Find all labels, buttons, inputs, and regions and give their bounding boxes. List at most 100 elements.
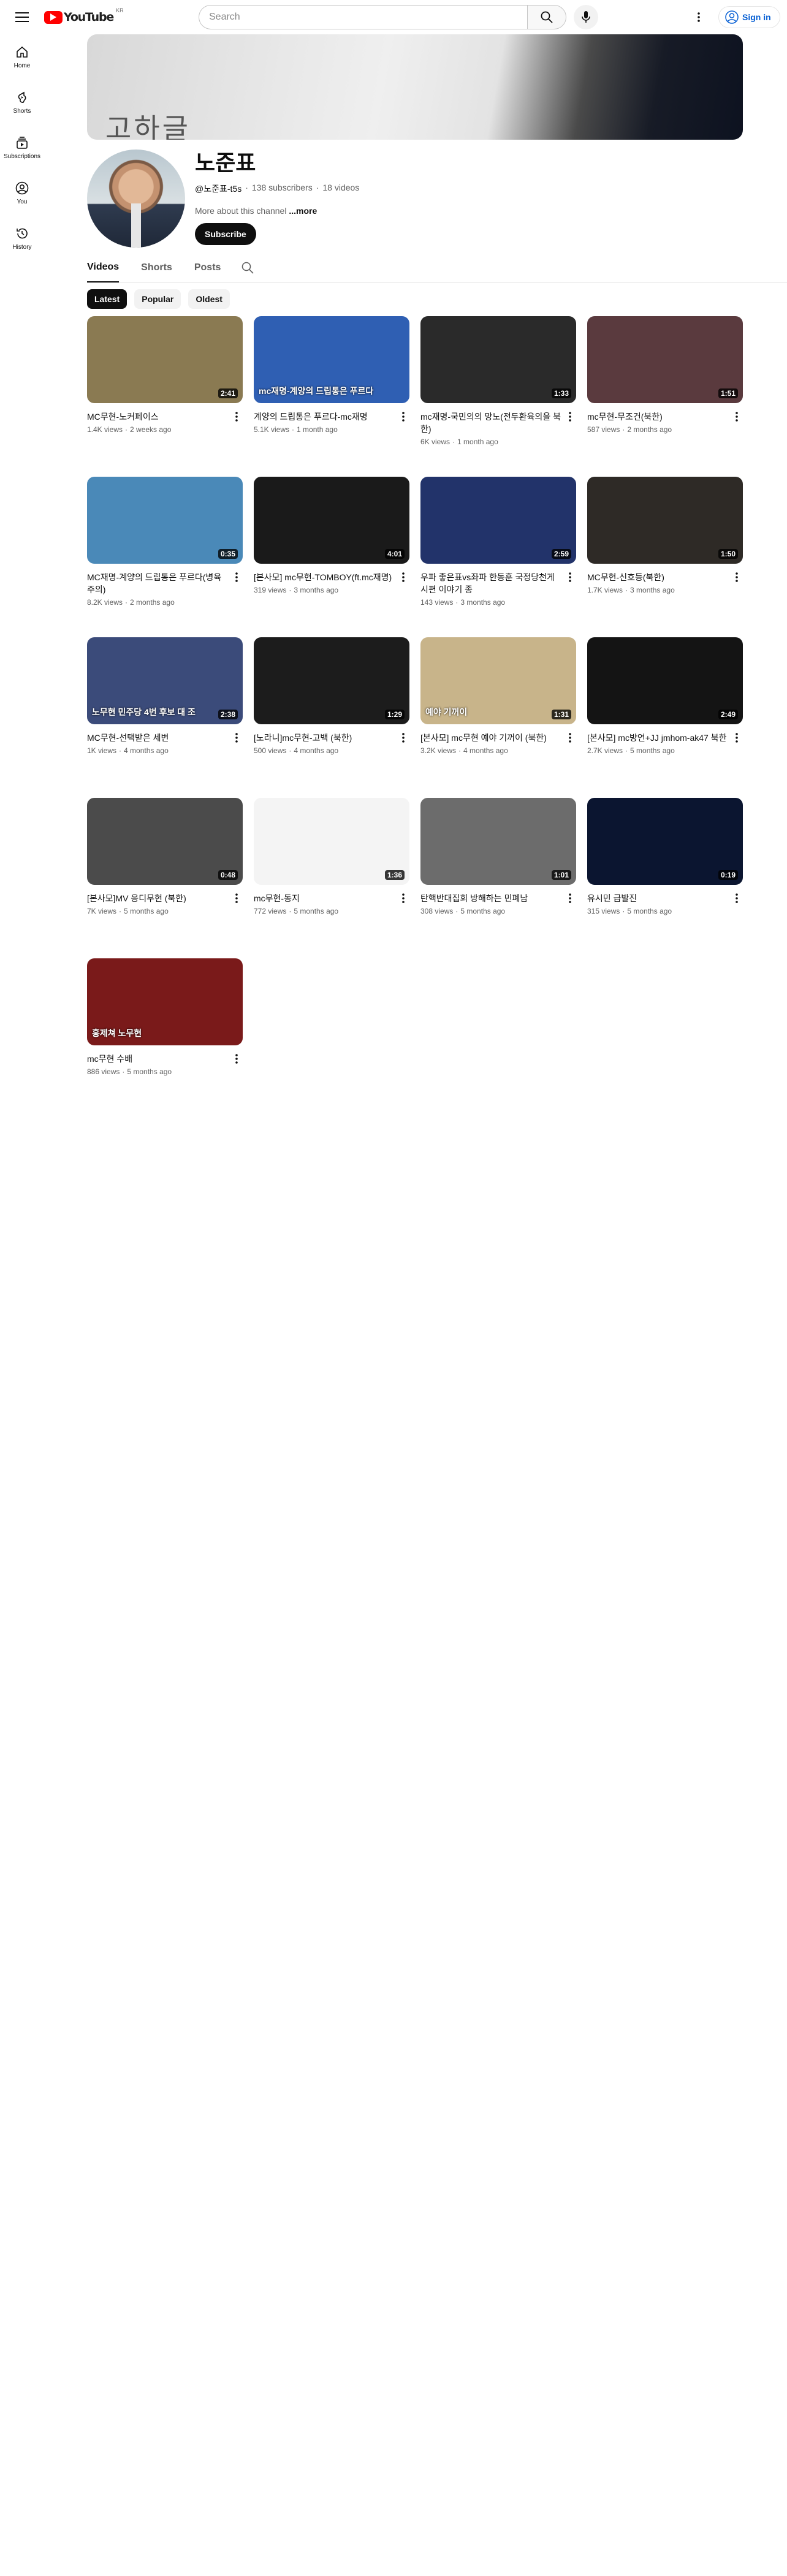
video-action-menu-button[interactable] <box>564 569 576 586</box>
video-card[interactable]: 1:50 MC무현-신호등(북한) 1.7K views · 3 months ago <box>587 477 743 594</box>
settings-more-button[interactable] <box>686 5 711 29</box>
video-thumbnail[interactable]: 노무현 민주당 4번 후보 대 조 2:38 <box>87 637 243 724</box>
upload-age: 4 months ago <box>124 746 169 755</box>
video-card[interactable]: mc재명-계양의 드립통은 푸르다 계양의 드립통은 푸르다-mc재명 5.1K v… <box>254 316 409 434</box>
meta-separator: · <box>622 425 625 434</box>
guide-item-subscriptions[interactable]: Subscriptions <box>2 125 42 170</box>
search-input[interactable]: Search <box>199 5 527 29</box>
video-thumbnail[interactable]: mc재명-계양의 드립통은 푸르다 <box>254 316 409 403</box>
guide-menu-button[interactable] <box>10 5 34 29</box>
video-action-menu-button[interactable] <box>230 569 243 586</box>
video-action-menu-button[interactable] <box>564 408 576 425</box>
chip-popular[interactable]: Popular <box>134 289 181 309</box>
video-card[interactable]: 0:35 MC재명-계양의 드립통은 푸르다(병육주의) 8.2K views · 2 … <box>87 477 243 607</box>
guide-item-home[interactable]: Home <box>2 34 42 80</box>
video-card[interactable]: 0:19 유시민 급발진 315 views · 5 months ago <box>587 798 743 915</box>
upload-age: 2 months ago <box>627 425 672 434</box>
video-thumbnail[interactable]: 1:51 <box>587 316 743 403</box>
video-card[interactable]: 1:29 [노라니]mc무현-고백 (북한) 500 views · 4 months … <box>254 637 409 755</box>
video-card[interactable]: 1:01 탄핵반대집회 방해하는 민폐남 308 views · 5 months ag… <box>420 798 576 915</box>
video-action-menu-button[interactable] <box>397 408 409 425</box>
video-thumbnail[interactable]: 1:01 <box>420 798 576 885</box>
shorts-icon <box>18 91 26 103</box>
video-thumbnail[interactable]: 1:29 <box>254 637 409 724</box>
video-title[interactable]: MC무현-선택받은 세번 <box>87 732 228 744</box>
video-thumbnail[interactable]: 2:59 <box>420 477 576 564</box>
upload-age: 1 month ago <box>457 438 498 446</box>
video-thumbnail[interactable]: 2:49 <box>587 637 743 724</box>
video-action-menu-button[interactable] <box>731 729 743 746</box>
guide-item-history[interactable]: History <box>2 216 42 261</box>
video-card[interactable]: 2:59 우파 좋은표vs좌파 한동훈 국정당천게 시편 이야기 종 143 vie… <box>420 477 576 607</box>
view-count: 886 views <box>87 1067 120 1076</box>
video-thumbnail[interactable]: 홍제쳐 노무현 <box>87 958 243 1045</box>
video-thumbnail[interactable]: 1:33 <box>420 316 576 403</box>
chip-oldest[interactable]: Oldest <box>188 289 230 309</box>
video-action-menu-button[interactable] <box>397 890 409 907</box>
video-title[interactable]: MC무현-노커페이스 <box>87 411 228 423</box>
video-card[interactable]: 4:01 [본사모] mc무현-TOMBOY(ft.mc재명) 319 views ·… <box>254 477 409 594</box>
guide-item-you[interactable]: You <box>2 170 42 216</box>
video-card[interactable]: 노무현 민주당 4번 후보 대 조 2:38 MC무현-선택받은 세번 1K view… <box>87 637 243 755</box>
search-button[interactable] <box>527 5 566 29</box>
tab-videos[interactable]: Videos <box>87 253 120 282</box>
about-more-link[interactable]: ...more <box>289 206 317 216</box>
video-action-menu-button[interactable] <box>731 408 743 425</box>
video-card[interactable]: 예야 기꺼이 1:31 [본사모] mc무현 예야 기꺼이 (북한) 3.2K vie… <box>420 637 576 755</box>
sign-in-label: Sign in <box>742 12 771 22</box>
video-title[interactable]: [본사모] mc무현 예야 기꺼이 (북한) <box>420 732 561 744</box>
video-title[interactable]: MC무현-신호등(북한) <box>587 571 728 583</box>
video-action-menu-button[interactable] <box>230 890 243 907</box>
guide-item-shorts[interactable]: Shorts <box>2 80 42 125</box>
tab-shorts[interactable]: Shorts <box>134 253 180 282</box>
video-action-menu-button[interactable] <box>230 1050 243 1067</box>
more-vert-icon <box>235 1054 238 1064</box>
video-thumbnail[interactable]: 0:48 <box>87 798 243 885</box>
subscribe-button[interactable]: Subscribe <box>195 223 256 245</box>
sign-in-button[interactable]: Sign in <box>718 6 780 28</box>
channel-search-button[interactable] <box>235 253 260 282</box>
upload-age: 5 months ago <box>630 746 675 755</box>
video-title[interactable]: 유시민 급발진 <box>587 892 728 904</box>
video-thumbnail[interactable]: 0:35 <box>87 477 243 564</box>
video-action-menu-button[interactable] <box>564 890 576 907</box>
video-title[interactable]: MC재명-계양의 드립통은 푸르다(병육주의) <box>87 571 228 596</box>
video-title[interactable]: [본사모] mc무현-TOMBOY(ft.mc재명) <box>254 571 395 583</box>
video-title[interactable]: [노라니]mc무현-고백 (북한) <box>254 732 395 744</box>
video-card[interactable]: 홍제쳐 노무현 mc무현 수배 886 views · 5 months ago <box>87 958 243 1076</box>
video-card[interactable]: 2:41 MC무현-노커페이스 1.4K views · 2 weeks ago <box>87 316 243 434</box>
video-action-menu-button[interactable] <box>397 569 409 586</box>
video-thumbnail[interactable]: 1:36 <box>254 798 409 885</box>
video-title[interactable]: mc무현 수배 <box>87 1053 228 1065</box>
video-title[interactable]: 계양의 드립통은 푸르다-mc재명 <box>254 411 395 423</box>
video-action-menu-button[interactable] <box>397 729 409 746</box>
tab-posts[interactable]: Posts <box>187 253 229 282</box>
video-card[interactable]: 1:36 mc무현-동지 772 views · 5 months ago <box>254 798 409 915</box>
video-action-menu-button[interactable] <box>731 890 743 907</box>
video-thumbnail[interactable]: 2:41 <box>87 316 243 403</box>
video-card[interactable]: 1:51 mc무현-무조건(북한) 587 views · 2 months ago <box>587 316 743 434</box>
video-title[interactable]: 우파 좋은표vs좌파 한동훈 국정당천게 시편 이야기 종 <box>420 571 561 596</box>
video-title[interactable]: 탄핵반대집회 방해하는 민폐남 <box>420 892 561 904</box>
video-thumbnail[interactable]: 1:50 <box>587 477 743 564</box>
video-title[interactable]: [본사모] mc방언+JJ jmhom-ak47 북한 <box>587 732 728 744</box>
video-thumbnail[interactable]: 예야 기꺼이 1:31 <box>420 637 576 724</box>
youtube-logo[interactable]: YouTube KR <box>44 7 124 25</box>
voice-search-button[interactable] <box>574 5 598 29</box>
video-thumbnail[interactable]: 0:19 <box>587 798 743 885</box>
video-card[interactable]: 1:33 mc재명-국민의의 망노(전두환육의을 북한) 6K views · 1 mo… <box>420 316 576 446</box>
video-title[interactable]: mc무현-무조건(북한) <box>587 411 728 423</box>
video-card[interactable]: 2:49 [본사모] mc방언+JJ jmhom-ak47 북한 2.7K view… <box>587 637 743 755</box>
video-action-menu-button[interactable] <box>564 729 576 746</box>
video-card[interactable]: 0:48 [본사모]MV 응디무현 (북한) 7K views · 5 months a… <box>87 798 243 915</box>
video-action-menu-button[interactable] <box>230 729 243 746</box>
video-title[interactable]: [본사모]MV 응디무현 (북한) <box>87 892 228 904</box>
video-title[interactable]: mc무현-동지 <box>254 892 395 904</box>
video-title[interactable]: mc재명-국민의의 망노(전두환육의을 북한) <box>420 411 561 435</box>
video-thumbnail[interactable]: 4:01 <box>254 477 409 564</box>
video-action-menu-button[interactable] <box>731 569 743 586</box>
video-meta: 772 views · 5 months ago <box>254 907 409 915</box>
channel-about-link[interactable]: More about this channel ...more <box>195 206 685 216</box>
chip-latest[interactable]: Latest <box>87 289 127 309</box>
video-action-menu-button[interactable] <box>230 408 243 425</box>
